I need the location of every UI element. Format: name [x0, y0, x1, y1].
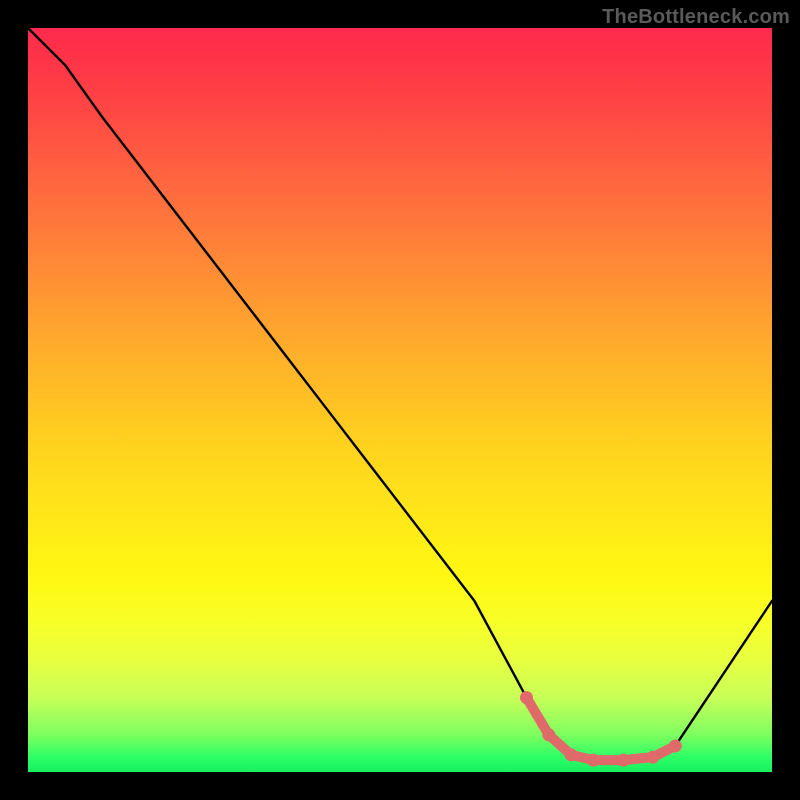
chart-container: TheBottleneck.com [0, 0, 800, 800]
marker-dot [587, 754, 600, 767]
marker-dot [565, 748, 578, 761]
marker-dot [542, 728, 555, 741]
marker-dot [646, 751, 659, 764]
marker-dot [520, 691, 533, 704]
plot-area [28, 28, 772, 772]
chart-svg [28, 28, 772, 772]
watermark-text: TheBottleneck.com [602, 6, 790, 29]
curve-group [28, 28, 772, 767]
marker-dot [617, 754, 630, 767]
marker-dot [669, 739, 682, 752]
curve-line [28, 28, 772, 760]
